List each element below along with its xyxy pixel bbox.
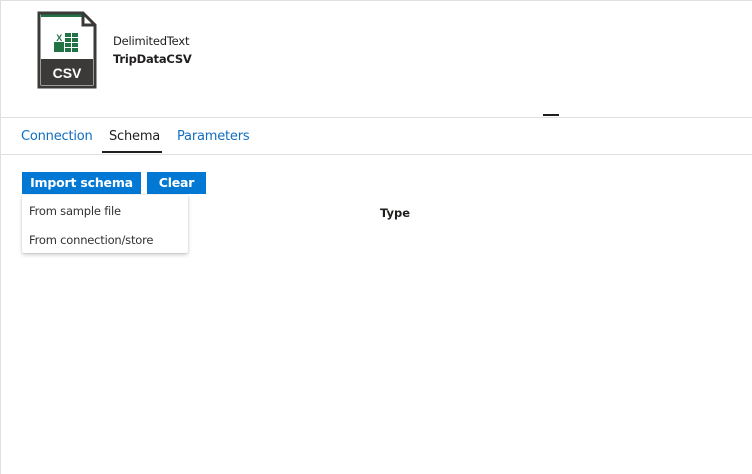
menu-item-from-connection-store[interactable]: From connection/store xyxy=(29,233,153,247)
import-schema-button[interactable]: Import schema xyxy=(22,172,141,194)
clear-button[interactable]: Clear xyxy=(147,172,206,194)
tab-bar: Connection Schema Parameters xyxy=(1,118,752,155)
active-tab-indicator xyxy=(102,151,162,153)
column-header-type: Type xyxy=(380,206,411,220)
tab-connection[interactable]: Connection xyxy=(21,129,93,144)
dataset-type: DelimitedText xyxy=(113,34,190,48)
csv-icon-label: CSV xyxy=(53,65,82,81)
svg-text:X: X xyxy=(56,33,62,43)
menu-item-from-sample-file[interactable]: From sample file xyxy=(29,204,121,218)
tab-parameters[interactable]: Parameters xyxy=(177,129,250,144)
dataset-name: TripDataCSV xyxy=(113,52,192,66)
dataset-editor: X CSV DelimitedText TripDataCSV Connecti… xyxy=(0,0,752,474)
dataset-header: X CSV DelimitedText TripDataCSV xyxy=(1,1,752,116)
import-schema-menu: From sample file From connection/store xyxy=(22,195,188,253)
collapse-handle[interactable] xyxy=(543,114,559,116)
tab-schema[interactable]: Schema xyxy=(109,129,160,144)
csv-file-icon: X CSV xyxy=(37,11,97,89)
